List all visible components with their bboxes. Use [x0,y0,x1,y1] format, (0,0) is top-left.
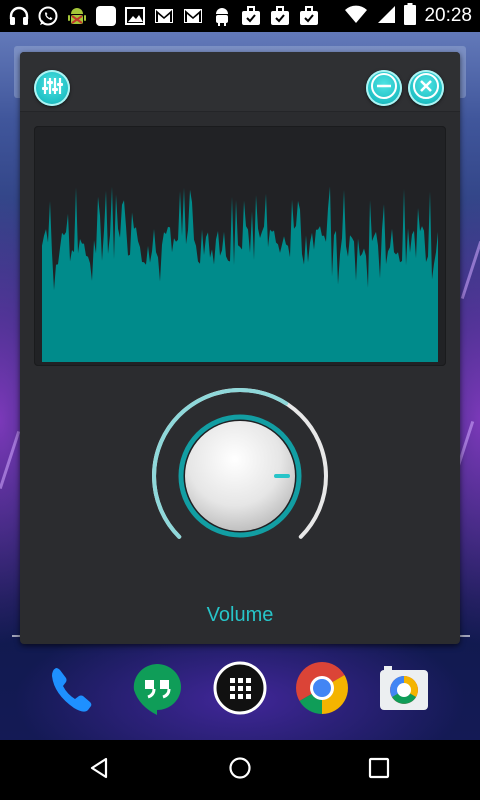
waveform-fill [42,186,438,362]
headset-icon [8,5,30,27]
audio-visualizer [34,126,446,366]
image-icon [124,5,146,27]
volume-knob[interactable] [146,386,334,566]
hangouts-app[interactable] [129,662,185,718]
status-bar: 20:28 [0,0,480,32]
home-icon [228,756,252,785]
app-drawer-button[interactable] [212,660,268,721]
briefcase-check-icon [240,5,262,27]
volume-label: Volume [206,604,274,626]
briefcase-check-icon [298,5,320,27]
system-icons: 20:28 [344,2,472,30]
android-bug-icon [66,5,88,27]
wallpaper-streak [460,241,480,299]
notification-icons [8,5,320,27]
minimize-icon [369,71,399,106]
wifi-icon [344,4,368,29]
equalizer-button[interactable] [34,70,70,106]
app-square-icon [95,5,117,27]
android-icon [211,5,233,27]
status-clock: 20:28 [424,5,472,26]
wallpaper-streak [0,431,21,489]
camera-icon [376,660,432,721]
equalizer-icon [41,76,63,101]
whatsapp-icon [37,5,59,27]
briefcase-check-icon [269,5,291,27]
waveform [42,186,438,362]
chrome-icon [294,660,350,721]
camera-app[interactable] [376,662,432,718]
navigation-bar [0,740,480,800]
widget-header [20,52,460,112]
hangouts-icon [129,660,185,721]
dock-divider [460,635,470,637]
minimize-button[interactable] [366,70,402,106]
battery-icon [404,2,417,30]
recents-icon [367,756,391,785]
phone-icon [46,660,102,721]
app-drawer-icon [212,660,268,721]
gmail-icon [153,5,175,27]
close-icon [411,71,441,106]
volume-widget: Volume [20,52,460,644]
back-icon [87,756,111,785]
recents-button[interactable] [359,750,399,790]
home-button[interactable] [220,750,260,790]
knob-indicator [274,474,290,478]
signal-icon [376,4,396,29]
dock-divider [12,635,20,637]
phone-app[interactable] [46,662,102,718]
gmail-icon [182,5,204,27]
back-button[interactable] [79,750,119,790]
close-button[interactable] [408,70,444,106]
chrome-app[interactable] [294,660,350,721]
